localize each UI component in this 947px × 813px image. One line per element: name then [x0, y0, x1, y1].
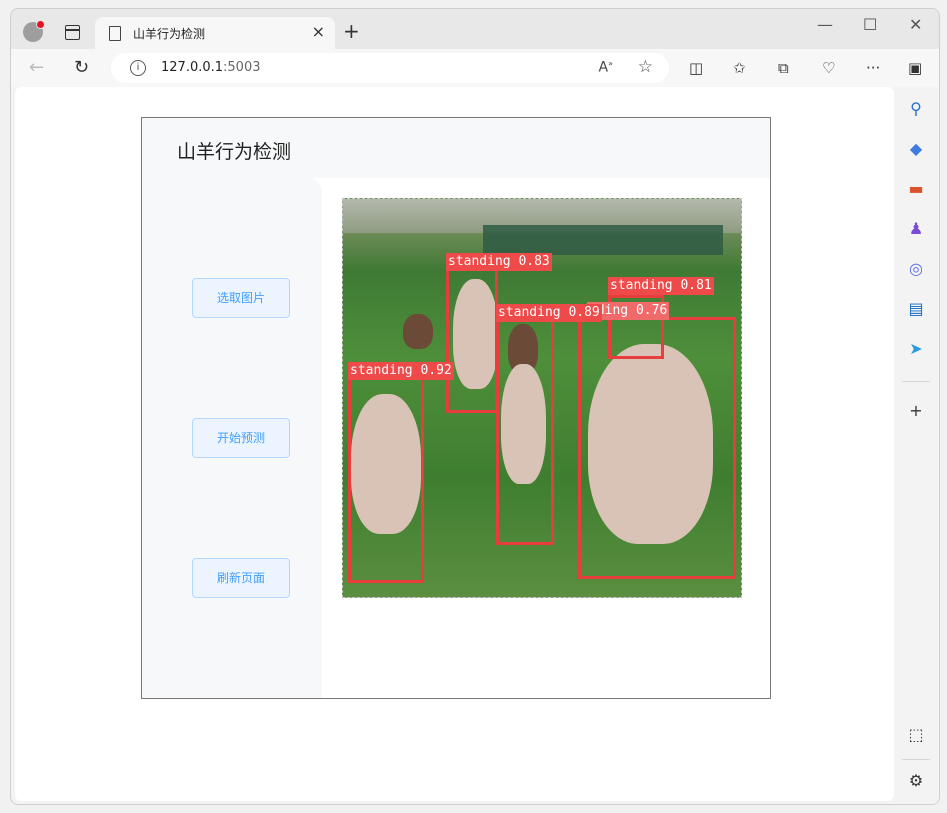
- detection-result-image: standing 0.83 standing 0.81 nding 0.76 s…: [342, 198, 742, 598]
- browser-tab[interactable]: 山羊行为检测 ×: [95, 17, 335, 49]
- games-icon[interactable]: ♟: [906, 219, 926, 239]
- bounding-box: [446, 267, 498, 413]
- sidebar-toggle-icon[interactable]: ▣: [908, 59, 922, 77]
- refresh-icon[interactable]: ↻: [74, 57, 89, 78]
- bounding-box: [348, 377, 424, 583]
- screenshot-icon[interactable]: ⬚: [906, 725, 926, 745]
- start-predict-button[interactable]: 开始预测: [192, 418, 290, 458]
- detection-label: standing 0.92: [348, 362, 454, 380]
- result-area: standing 0.83 standing 0.81 nding 0.76 s…: [322, 178, 770, 698]
- bounding-box: [578, 317, 736, 579]
- split-screen-icon[interactable]: ◫: [689, 59, 703, 77]
- control-panel: 选取图片 开始预测 刷新页面: [142, 178, 322, 698]
- refresh-page-button[interactable]: 刷新页面: [192, 558, 290, 598]
- edge-sidebar: ⚲ ◆ ▬ ♟ ◎ ▤ ➤ + ⬚ ⚙: [894, 87, 939, 804]
- minimize-button[interactable]: —: [817, 15, 833, 34]
- collections-icon[interactable]: ⧉: [778, 59, 789, 77]
- background-fence: [483, 225, 723, 255]
- favorite-star-icon[interactable]: ☆: [638, 57, 653, 77]
- send-icon[interactable]: ➤: [906, 339, 926, 359]
- tab-title: 山羊行为检测: [133, 27, 206, 41]
- page-title: 山羊行为检测: [177, 141, 292, 163]
- copilot-icon[interactable]: ◎: [906, 259, 926, 279]
- close-window-button[interactable]: ✕: [909, 15, 922, 34]
- page-viewport: 山羊行为检测 选取图片 开始预测 刷新页面 standing 0.83 stan…: [15, 87, 894, 801]
- browser-toolbar: ← ↻ i 127.0.0.1:5003 A» ☆ ◫ ✩ ⧉ ♡ ··· ▣: [11, 49, 939, 87]
- goat-figure: [403, 314, 433, 349]
- tab-actions-icon[interactable]: [65, 25, 80, 40]
- profile-avatar-icon[interactable]: [23, 20, 45, 42]
- detection-label: standing 0.81: [608, 277, 714, 295]
- new-tab-button[interactable]: +: [343, 19, 360, 43]
- maximize-button[interactable]: ☐: [863, 15, 877, 34]
- page-icon: [109, 26, 121, 41]
- add-icon[interactable]: +: [906, 401, 926, 421]
- shopping-tag-icon[interactable]: ◆: [906, 139, 926, 159]
- select-image-button[interactable]: 选取图片: [192, 278, 290, 318]
- outlook-icon[interactable]: ▤: [906, 299, 926, 319]
- url-text[interactable]: 127.0.0.1:5003: [161, 60, 261, 75]
- more-menu-icon[interactable]: ···: [866, 59, 880, 77]
- address-bar[interactable]: i 127.0.0.1:5003 A» ☆: [111, 53, 669, 83]
- detection-label: standing 0.89: [496, 304, 602, 322]
- favorites-icon[interactable]: ✩: [733, 59, 746, 77]
- browser-essentials-icon[interactable]: ♡: [822, 59, 835, 77]
- sidebar-divider: [902, 759, 930, 760]
- app-container: 山羊行为检测 选取图片 开始预测 刷新页面 standing 0.83 stan…: [141, 117, 771, 699]
- detection-label: standing 0.83: [446, 253, 552, 271]
- tab-bar: 山羊行为检测 × + — ☐ ✕: [11, 9, 939, 49]
- tools-briefcase-icon[interactable]: ▬: [906, 179, 926, 199]
- browser-window: 山羊行为检测 × + — ☐ ✕ ← ↻ i 127.0.0.1:5003 A»…: [10, 8, 940, 805]
- back-arrow-icon[interactable]: ←: [29, 57, 44, 78]
- app-header: 山羊行为检测: [142, 118, 770, 178]
- bounding-box: [496, 319, 554, 545]
- close-tab-icon[interactable]: ×: [312, 22, 325, 41]
- sidebar-divider: [902, 381, 930, 382]
- search-icon[interactable]: ⚲: [906, 99, 926, 119]
- site-info-icon[interactable]: i: [130, 60, 146, 76]
- read-aloud-icon[interactable]: A»: [599, 59, 613, 76]
- settings-gear-icon[interactable]: ⚙: [906, 771, 926, 791]
